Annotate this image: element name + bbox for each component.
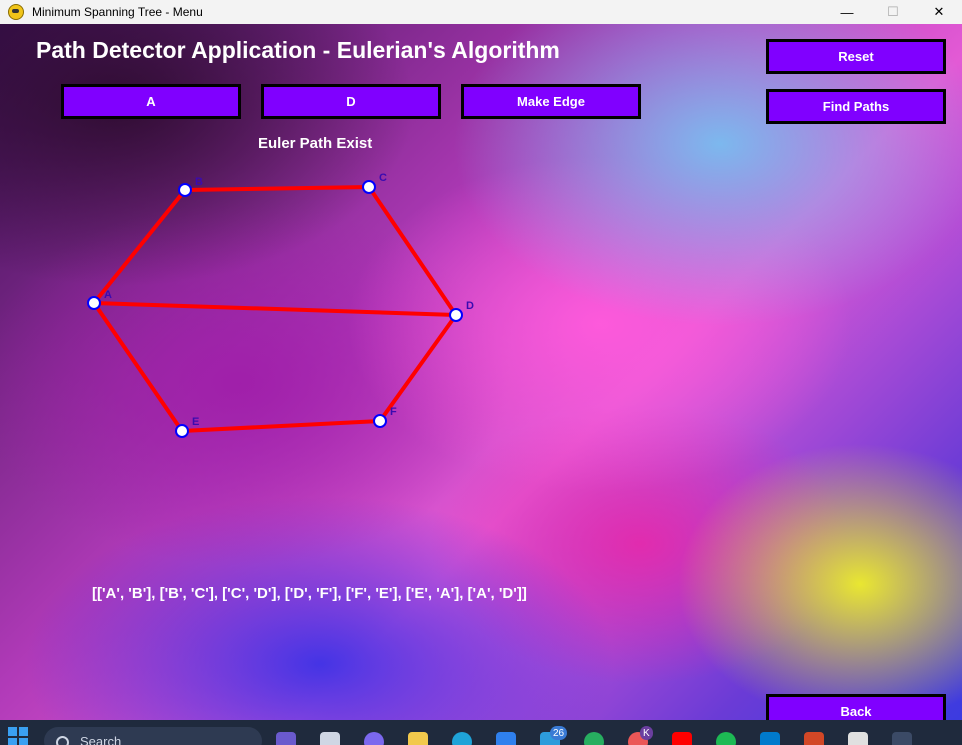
windows-taskbar: Search 26 K	[0, 720, 962, 745]
task-view-icon[interactable]	[320, 732, 340, 745]
graph-edge-a-b	[92, 188, 187, 305]
mail-badge: 26	[550, 726, 568, 740]
chrome-icon[interactable]	[584, 732, 604, 745]
window-title: Minimum Spanning Tree - Menu	[32, 5, 203, 19]
taskbar-search[interactable]: Search	[44, 727, 262, 745]
spotify-icon[interactable]	[716, 732, 736, 745]
graph-node-f[interactable]	[373, 414, 387, 428]
graph-node-c[interactable]	[362, 180, 376, 194]
pygame-icon	[8, 4, 24, 20]
graph-node-label-b: B	[195, 176, 203, 188]
graph-canvas[interactable]: A B C D E F	[0, 24, 962, 720]
graph-edge-f-e	[181, 419, 381, 433]
back-button[interactable]: Back	[766, 694, 946, 720]
vscode-icon[interactable]	[760, 732, 780, 745]
graph-node-label-e: E	[192, 416, 199, 428]
graph-edge-c-d	[367, 185, 458, 317]
notepad-icon[interactable]	[848, 732, 868, 745]
maximize-button[interactable]: ☐	[870, 0, 916, 24]
youtube-icon[interactable]	[672, 732, 692, 745]
python-window-icon[interactable]	[892, 732, 912, 745]
graph-node-b[interactable]	[178, 183, 192, 197]
file-explorer-icon[interactable]	[408, 732, 428, 745]
graph-node-label-c: C	[379, 172, 387, 184]
powerpoint-icon[interactable]	[804, 732, 824, 745]
minimize-button[interactable]: —	[824, 0, 870, 24]
euler-path-result: [['A', 'B'], ['B', 'C'], ['C', 'D'], ['D…	[92, 585, 527, 602]
graph-node-label-a: A	[104, 289, 112, 301]
window-titlebar: Minimum Spanning Tree - Menu — ☐ ✕	[0, 0, 962, 24]
edge-browser-icon[interactable]	[452, 732, 472, 745]
graph-edge-b-c	[184, 185, 370, 192]
window-controls: — ☐ ✕	[824, 0, 962, 24]
graph-node-label-f: F	[390, 406, 397, 418]
windows-start-icon[interactable]	[8, 727, 28, 745]
profile-badge: K	[640, 726, 653, 740]
app-canvas[interactable]: Path Detector Application - Eulerian's A…	[0, 24, 962, 720]
graph-node-e[interactable]	[175, 424, 189, 438]
search-icon	[56, 736, 69, 745]
copilot-icon[interactable]	[276, 732, 296, 745]
graph-edge-e-a	[92, 301, 184, 433]
teams-icon[interactable]	[364, 732, 384, 745]
graph-edge-a-d	[93, 301, 457, 317]
graph-node-a[interactable]	[87, 296, 101, 310]
close-button[interactable]: ✕	[916, 0, 962, 24]
search-placeholder: Search	[80, 734, 122, 745]
store-icon[interactable]	[496, 732, 516, 745]
graph-node-d[interactable]	[449, 308, 463, 322]
graph-node-label-d: D	[466, 300, 474, 312]
